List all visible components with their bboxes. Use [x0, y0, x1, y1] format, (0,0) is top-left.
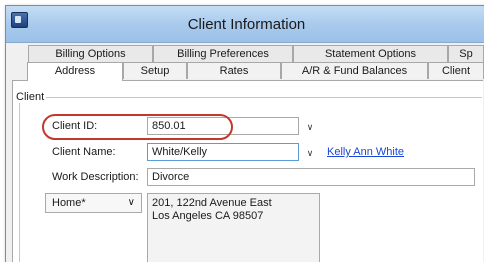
- client-name-label: Client Name:: [52, 146, 116, 158]
- tab-setup[interactable]: Setup: [123, 62, 187, 79]
- client-id-chevron-down-icon[interactable]: ∨: [304, 121, 316, 133]
- tab-client[interactable]: Client: [428, 62, 484, 79]
- tab-billing-preferences[interactable]: Billing Preferences: [153, 45, 293, 62]
- address-type-value: Home*: [52, 197, 86, 209]
- client-id-input[interactable]: 850.01: [147, 117, 299, 135]
- address-line-2: Los Angeles CA 98507: [152, 210, 264, 222]
- address-line-1: 201, 122nd Avenue East: [152, 197, 272, 209]
- client-group-label: Client: [14, 91, 47, 103]
- work-description-input[interactable]: Divorce: [147, 168, 475, 186]
- address-textarea[interactable]: 201, 122nd Avenue East Los Angeles CA 98…: [147, 193, 320, 267]
- tab-address[interactable]: Address: [27, 62, 123, 81]
- window-title: Client Information: [187, 16, 306, 33]
- tab-statement-options[interactable]: Statement Options: [293, 45, 448, 62]
- client-name-link[interactable]: Kelly Ann White: [327, 146, 404, 158]
- tab-ar-fund-balances[interactable]: A/R & Fund Balances: [281, 62, 428, 79]
- client-name-input[interactable]: White/Kelly: [147, 143, 299, 161]
- work-description-label: Work Description:: [52, 171, 139, 183]
- tab-billing-options[interactable]: Billing Options: [28, 45, 153, 62]
- chevron-down-icon: ∨: [127, 197, 135, 208]
- torn-edge: [0, 262, 484, 276]
- tab-rates[interactable]: Rates: [187, 62, 281, 79]
- client-name-chevron-down-icon[interactable]: ∨: [304, 147, 316, 159]
- tab-sp[interactable]: Sp: [448, 45, 484, 62]
- address-type-select[interactable]: Home* ∨: [45, 193, 142, 213]
- title-bar[interactable]: Client Information: [6, 6, 484, 43]
- client-id-label: Client ID:: [52, 120, 98, 132]
